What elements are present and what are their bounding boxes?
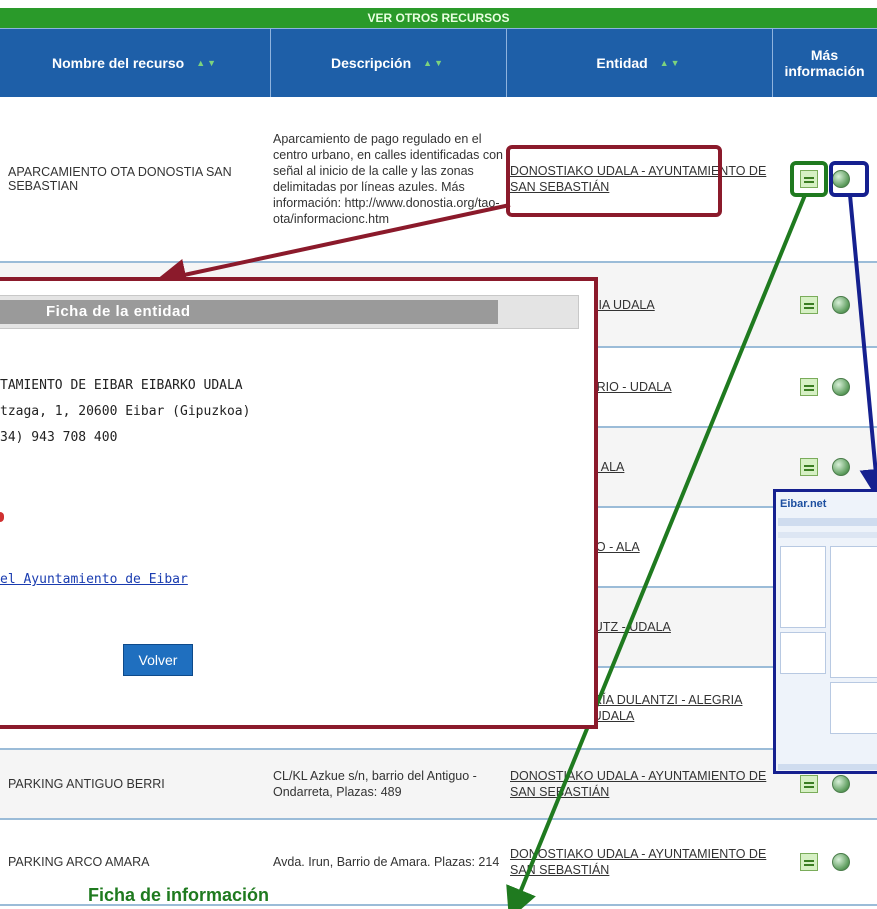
website-content (830, 546, 877, 678)
website-menu (778, 532, 877, 538)
popup-web-link[interactable]: el Ayuntamiento de Eibar (0, 572, 188, 587)
popup-title: Ficha de la entidad (0, 300, 498, 324)
back-button[interactable]: Volver (123, 644, 193, 676)
website-footer (778, 764, 877, 770)
popup-entity-name: TAMIENTO DE EIBAR EIBARKO UDALA (0, 378, 243, 393)
popup-title-bar: Ficha de la entidad (0, 295, 579, 329)
entity-arrow (154, 203, 511, 291)
popup-marker-icon (0, 512, 4, 522)
info-sheet-label: Ficha de información (88, 885, 270, 905)
web-arrow (848, 194, 877, 501)
website-calendar (780, 546, 826, 628)
popup-address: tzaga, 1, 20600 Eibar (Gipuzkoa) (0, 404, 251, 419)
website-logo: Eibar.net (780, 498, 827, 510)
popup-phone: 34) 943 708 400 (0, 430, 118, 445)
website-news-box (830, 682, 877, 734)
website-preview: Eibar.net (773, 489, 877, 774)
website-navbar (778, 518, 877, 526)
website-sidebar-box (780, 632, 826, 674)
entity-popup: Ficha de la entidad TAMIENTO DE EIBAR EI… (0, 277, 598, 729)
